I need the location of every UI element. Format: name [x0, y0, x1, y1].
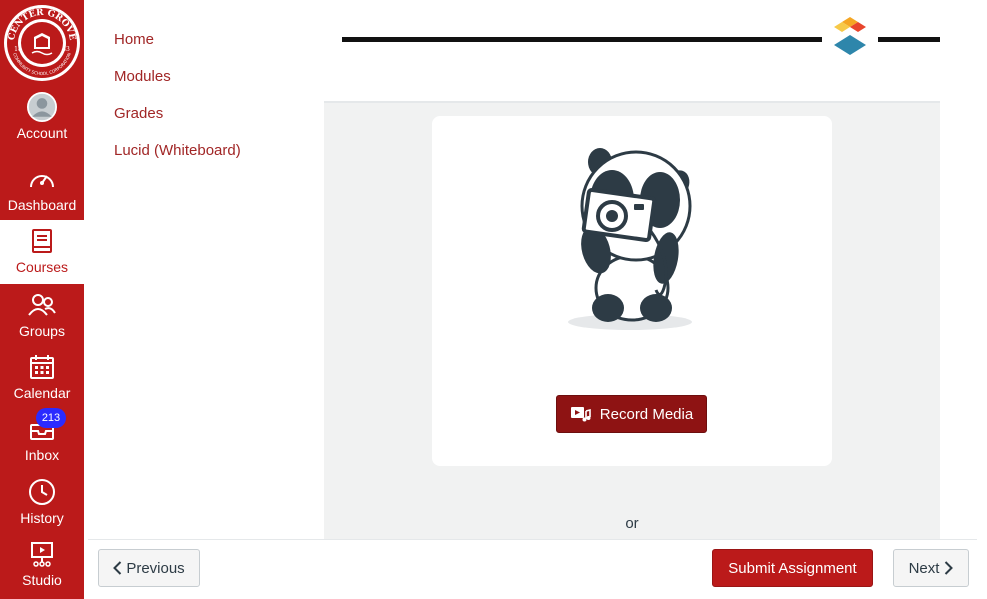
- next-label: Next: [908, 559, 940, 577]
- global-nav: CENTER GROVE COMMUNITY SCHOOL CORPORATIO…: [0, 0, 84, 599]
- nav-account-label: Account: [16, 125, 68, 141]
- nav-courses[interactable]: Courses: [0, 220, 84, 284]
- nav-dashboard-label: Dashboard: [7, 197, 77, 213]
- media-tool-area: Record Media or: [324, 103, 940, 539]
- calendar-icon: [27, 352, 57, 382]
- nav-calendar-label: Calendar: [13, 385, 71, 401]
- chevron-right-icon: [945, 561, 954, 575]
- svg-text:83: 83: [62, 46, 70, 53]
- assignment-footer: Previous Submit Assignment Next: [88, 539, 977, 599]
- school-logo[interactable]: CENTER GROVE COMMUNITY SCHOOL CORPORATIO…: [0, 0, 84, 86]
- inbox-unread-badge: 213: [36, 408, 66, 428]
- nav-calendar[interactable]: Calendar: [0, 346, 84, 410]
- panda-camera-illustration: [568, 148, 692, 330]
- nav-groups[interactable]: Groups: [0, 284, 84, 348]
- nav-studio[interactable]: Studio: [0, 533, 84, 597]
- course-nav-modules[interactable]: Modules: [114, 67, 304, 87]
- submit-assignment-button[interactable]: Submit Assignment: [712, 549, 873, 587]
- course-nav-lucid-whiteboard[interactable]: Lucid (Whiteboard): [114, 141, 304, 161]
- submit-assignment-label: Submit Assignment: [728, 559, 857, 577]
- clock-icon: [27, 477, 57, 507]
- or-separator: or: [625, 515, 639, 532]
- tool-logo: [822, 12, 878, 62]
- school-seal-icon: CENTER GROVE COMMUNITY SCHOOL CORPORATIO…: [4, 5, 80, 81]
- nav-inbox-label: Inbox: [24, 447, 60, 463]
- nav-dashboard[interactable]: Dashboard: [0, 158, 84, 222]
- groups-icon: [27, 290, 57, 320]
- course-nav-home[interactable]: Home: [114, 30, 304, 50]
- next-button[interactable]: Next: [893, 549, 969, 587]
- record-media-label: Record Media: [599, 405, 694, 423]
- chevron-left-icon: [113, 561, 122, 575]
- nav-courses-label: Courses: [15, 259, 69, 275]
- record-media-button[interactable]: Record Media: [556, 395, 707, 433]
- avatar: [27, 92, 57, 122]
- previous-label: Previous: [126, 559, 185, 577]
- previous-button[interactable]: Previous: [98, 549, 200, 587]
- book-icon: [27, 226, 57, 256]
- layers-logo-icon: [834, 17, 866, 55]
- nav-groups-label: Groups: [19, 323, 65, 339]
- course-nav-grades[interactable]: Grades: [114, 104, 304, 124]
- svg-text:18: 18: [14, 46, 22, 53]
- course-nav: Home Modules Grades Lucid (Whiteboard): [114, 30, 304, 178]
- video-record-icon: [570, 407, 591, 422]
- nav-studio-label: Studio: [22, 572, 62, 588]
- record-media-card: Record Media: [432, 116, 832, 466]
- dashboard-icon: [27, 164, 57, 194]
- nav-history[interactable]: History: [0, 471, 84, 535]
- studio-icon: [27, 539, 57, 569]
- nav-account[interactable]: Account: [0, 86, 84, 150]
- nav-history-label: History: [20, 510, 64, 526]
